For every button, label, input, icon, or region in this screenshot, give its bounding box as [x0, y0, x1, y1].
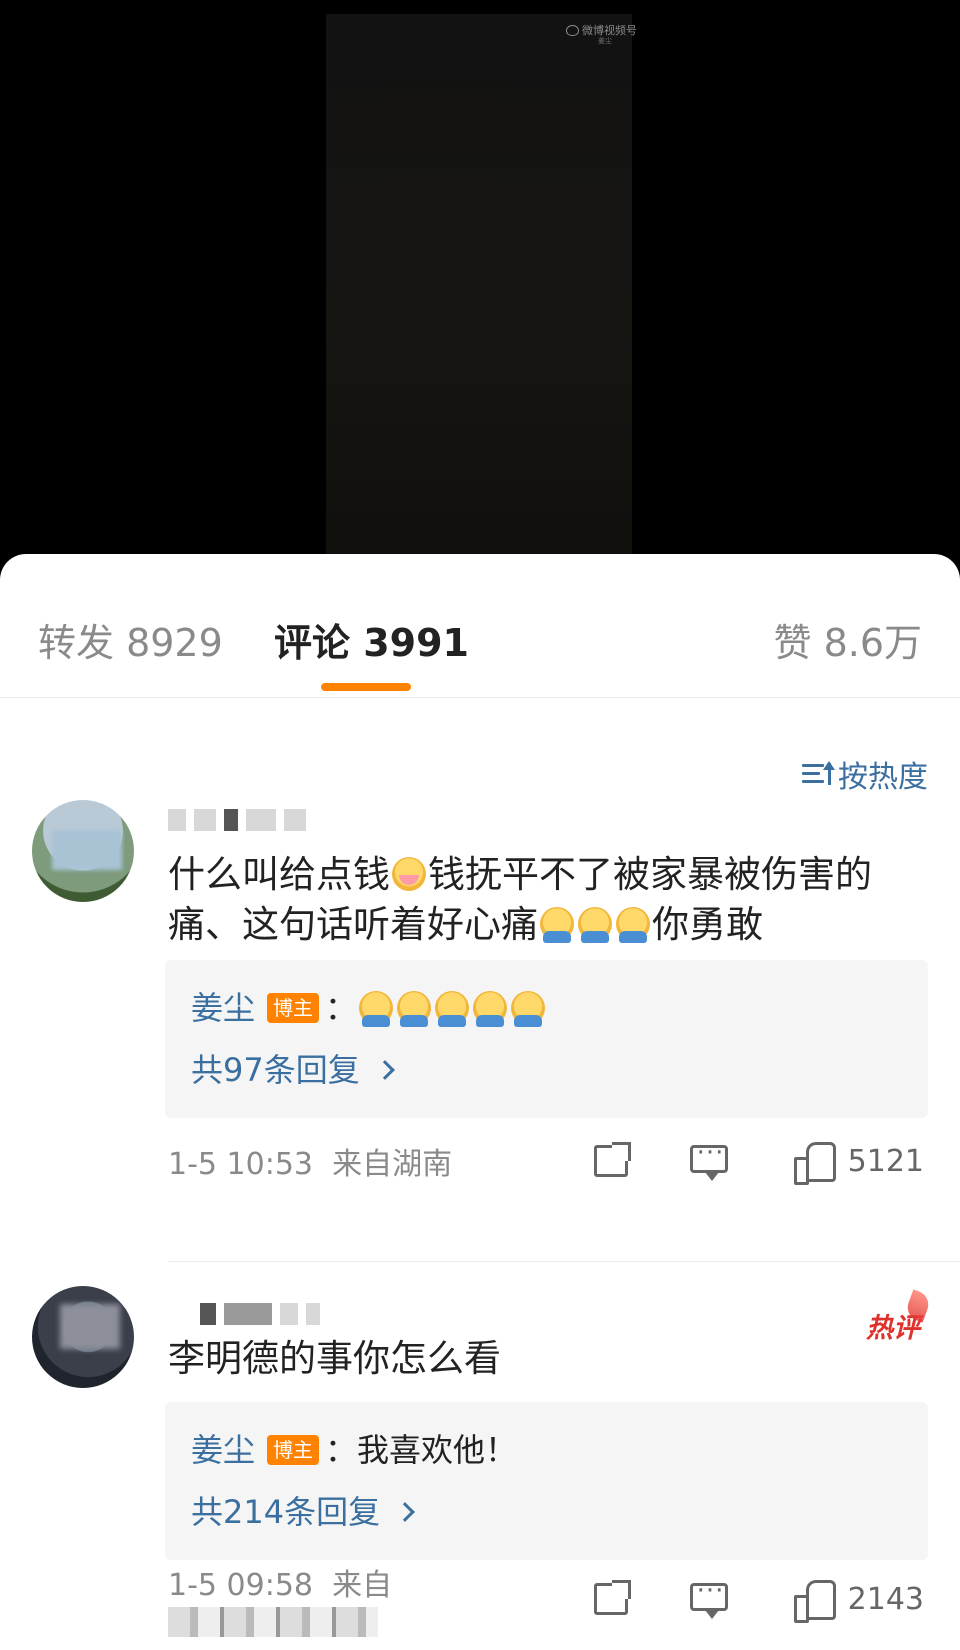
thumbs-up-icon [793, 1580, 836, 1623]
comment-time: 1-5 09:58 来自 [168, 1560, 532, 1639]
comment-divider [168, 1261, 960, 1262]
hug-emoji-icon [359, 991, 394, 1027]
location-redacted [168, 1606, 378, 1637]
share-icon[interactable] [593, 1580, 631, 1615]
video-player[interactable]: 微博视频号 姜尘 [0, 0, 960, 580]
reply-preview[interactable]: 姜尘 博主 ： 共97条回复 [165, 960, 928, 1118]
share-icon[interactable] [593, 1142, 631, 1177]
more-replies-link[interactable]: 共97条回复 [191, 1046, 902, 1094]
tab-bar: 转发 8929 评论 3991 赞 8.6万 [0, 554, 960, 698]
comment-icon[interactable] [689, 1138, 728, 1181]
more-replies-link[interactable]: 共214条回复 [191, 1488, 902, 1536]
avatar[interactable] [32, 1286, 134, 1388]
active-tab-indicator [321, 683, 411, 691]
reply-preview[interactable]: 姜尘 博主 ：我喜欢他！ 共214条回复 [165, 1402, 928, 1560]
author-badge: 博主 [267, 993, 320, 1023]
like-count: 2143 [847, 1581, 924, 1617]
chevron-right-icon [374, 1060, 395, 1080]
username-redacted[interactable] [168, 804, 306, 836]
reply-author[interactable]: 姜尘 [191, 1426, 255, 1474]
hug-emoji-icon [435, 991, 470, 1027]
reply-author[interactable]: 姜尘 [191, 984, 255, 1032]
hug-emoji-icon [511, 991, 546, 1027]
sort-button[interactable]: 按热度 [802, 752, 928, 796]
like-count: 5121 [847, 1143, 924, 1179]
video-watermark: 微博视频号 姜尘 [566, 22, 637, 45]
thumbs-up-icon [793, 1142, 836, 1185]
comment-time: 1-5 10:53 来自湖南 [168, 1147, 453, 1182]
like-button[interactable]: 5121 [793, 1142, 924, 1185]
comment-text: 李明德的事你怎么看 [168, 1337, 501, 1380]
comment-meta: 1-5 10:53 来自湖南 5121 [168, 1136, 924, 1186]
weibo-logo-icon [566, 24, 579, 36]
author-badge: 博主 [267, 1435, 320, 1465]
sort-label: 按热度 [838, 760, 928, 795]
chevron-right-icon [395, 1502, 415, 1522]
comment-meta: 1-5 09:58 来自 2143 [168, 1568, 924, 1637]
crying-emoji-icon [392, 857, 426, 891]
avatar[interactable] [32, 800, 134, 902]
comments-sheet: 转发 8929 评论 3991 赞 8.6万 按热度 什么叫给点钱 钱抚平不了被家… [0, 554, 960, 1650]
tab-likes[interactable]: 赞 8.6万 [773, 612, 922, 667]
video-frame[interactable] [326, 14, 632, 580]
sort-icon [802, 761, 835, 787]
hug-emoji-icon [578, 907, 612, 943]
comment-text: 什么叫给点钱 钱抚平不了被家暴被伤害的痛、这句话听着好心痛 你勇敢 [168, 853, 872, 946]
hug-emoji-icon [397, 991, 432, 1027]
username-redacted[interactable] [200, 1298, 320, 1330]
tab-repost[interactable]: 转发 8929 [38, 612, 223, 667]
comment-icon[interactable] [689, 1576, 728, 1619]
tab-comments[interactable]: 评论 3991 [274, 612, 469, 667]
hug-emoji-icon [473, 991, 508, 1027]
hug-emoji-icon [540, 907, 574, 943]
hug-emoji-icon [616, 907, 650, 943]
like-button[interactable]: 2143 [793, 1580, 924, 1623]
reply-text: ：我喜欢他！ [325, 1431, 518, 1469]
